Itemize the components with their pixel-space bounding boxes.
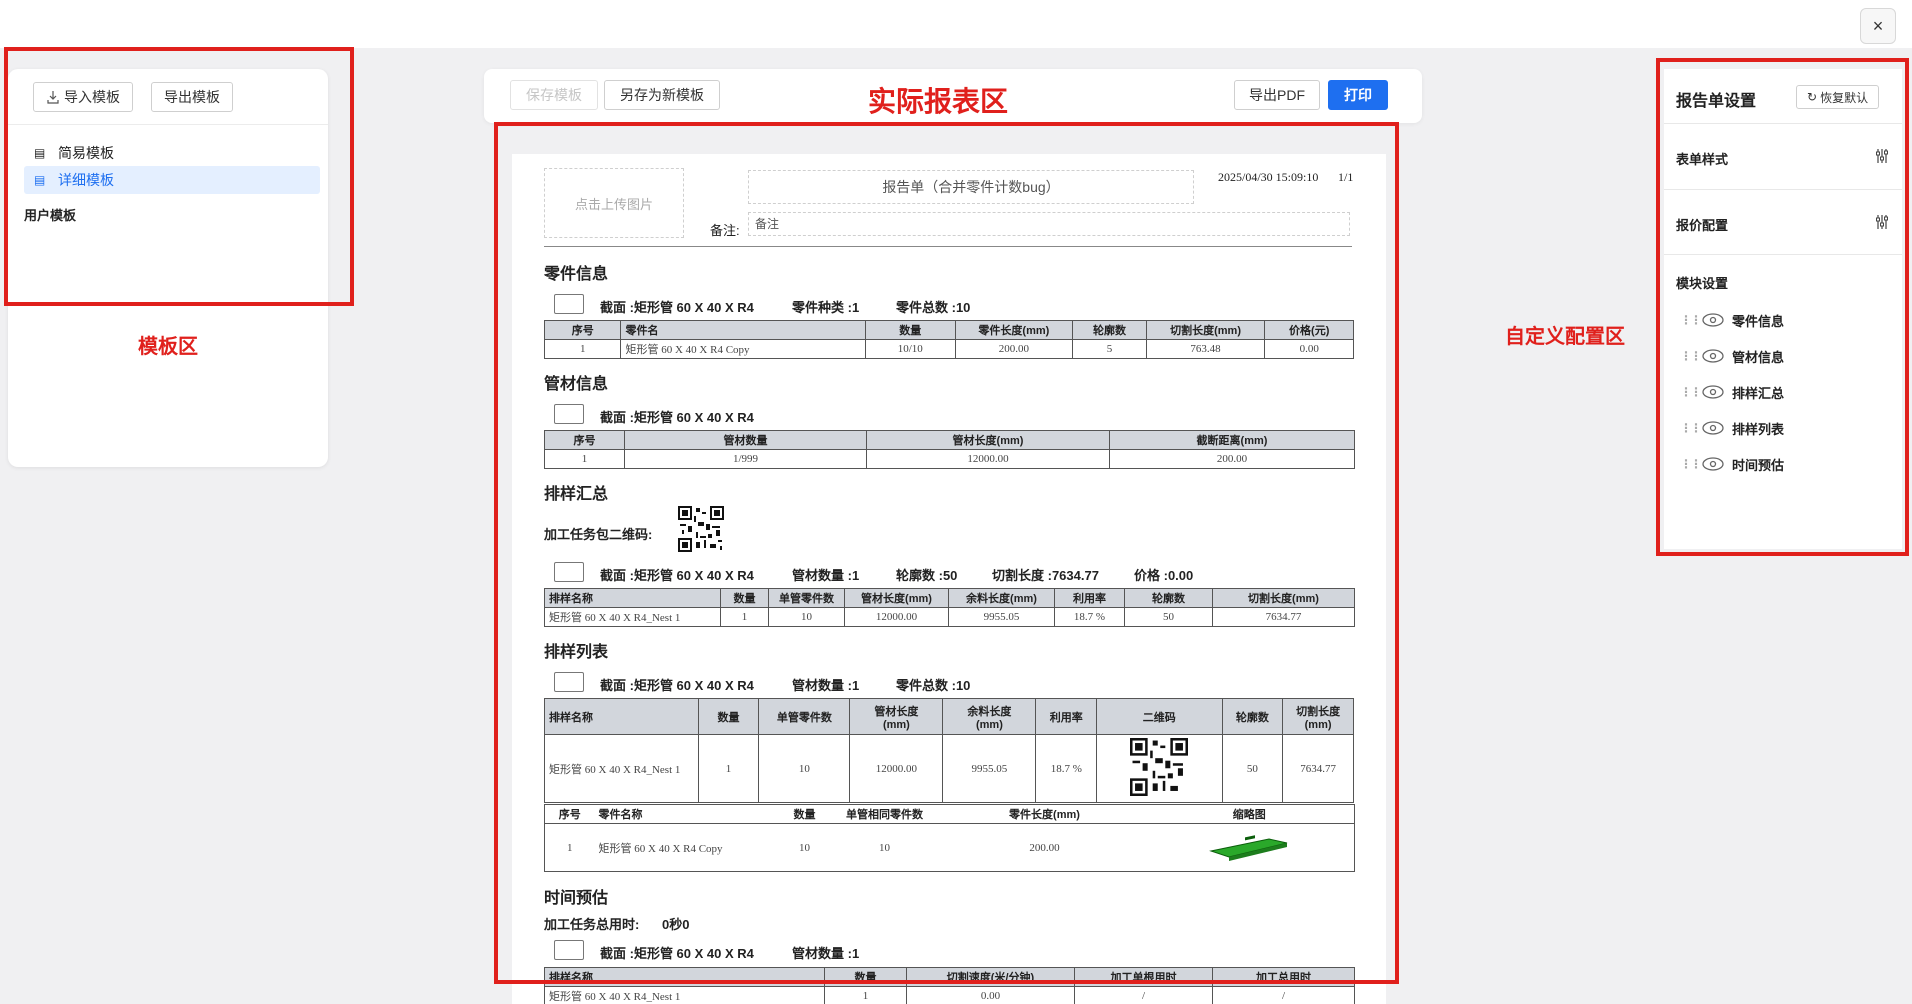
table-cell: 0.00: [906, 986, 1075, 1004]
save-template-label: 保存模板: [526, 87, 582, 103]
config-area-highlight: [1656, 58, 1909, 556]
report-area-label: 实际报表区: [868, 86, 1009, 117]
table-cell: 1: [824, 986, 907, 1004]
table-row: 矩形管 60 X 40 X R4_Nest 1 1 0.00 / /: [544, 986, 1355, 1004]
report-area-highlight: [494, 122, 1399, 984]
config-area-label: 自定义配置区: [1505, 326, 1625, 348]
save-template-button[interactable]: 保存模板: [510, 80, 598, 110]
export-pdf-button[interactable]: 导出PDF: [1234, 80, 1320, 110]
close-icon: ×: [1872, 15, 1884, 36]
table-cell: 矩形管 60 X 40 X R4_Nest 1: [544, 986, 825, 1004]
table-cell: /: [1074, 986, 1213, 1004]
print-button[interactable]: 打印: [1328, 80, 1388, 110]
top-bar: ×: [0, 0, 1912, 48]
template-area-label: 模板区: [138, 336, 198, 358]
close-button[interactable]: ×: [1860, 8, 1896, 44]
template-area-highlight: [4, 47, 354, 306]
table-cell: /: [1212, 986, 1355, 1004]
export-pdf-label: 导出PDF: [1249, 87, 1305, 103]
print-label: 打印: [1344, 87, 1372, 103]
save-as-template-label: 另存为新模板: [620, 87, 704, 103]
save-as-template-button[interactable]: 另存为新模板: [604, 80, 720, 110]
